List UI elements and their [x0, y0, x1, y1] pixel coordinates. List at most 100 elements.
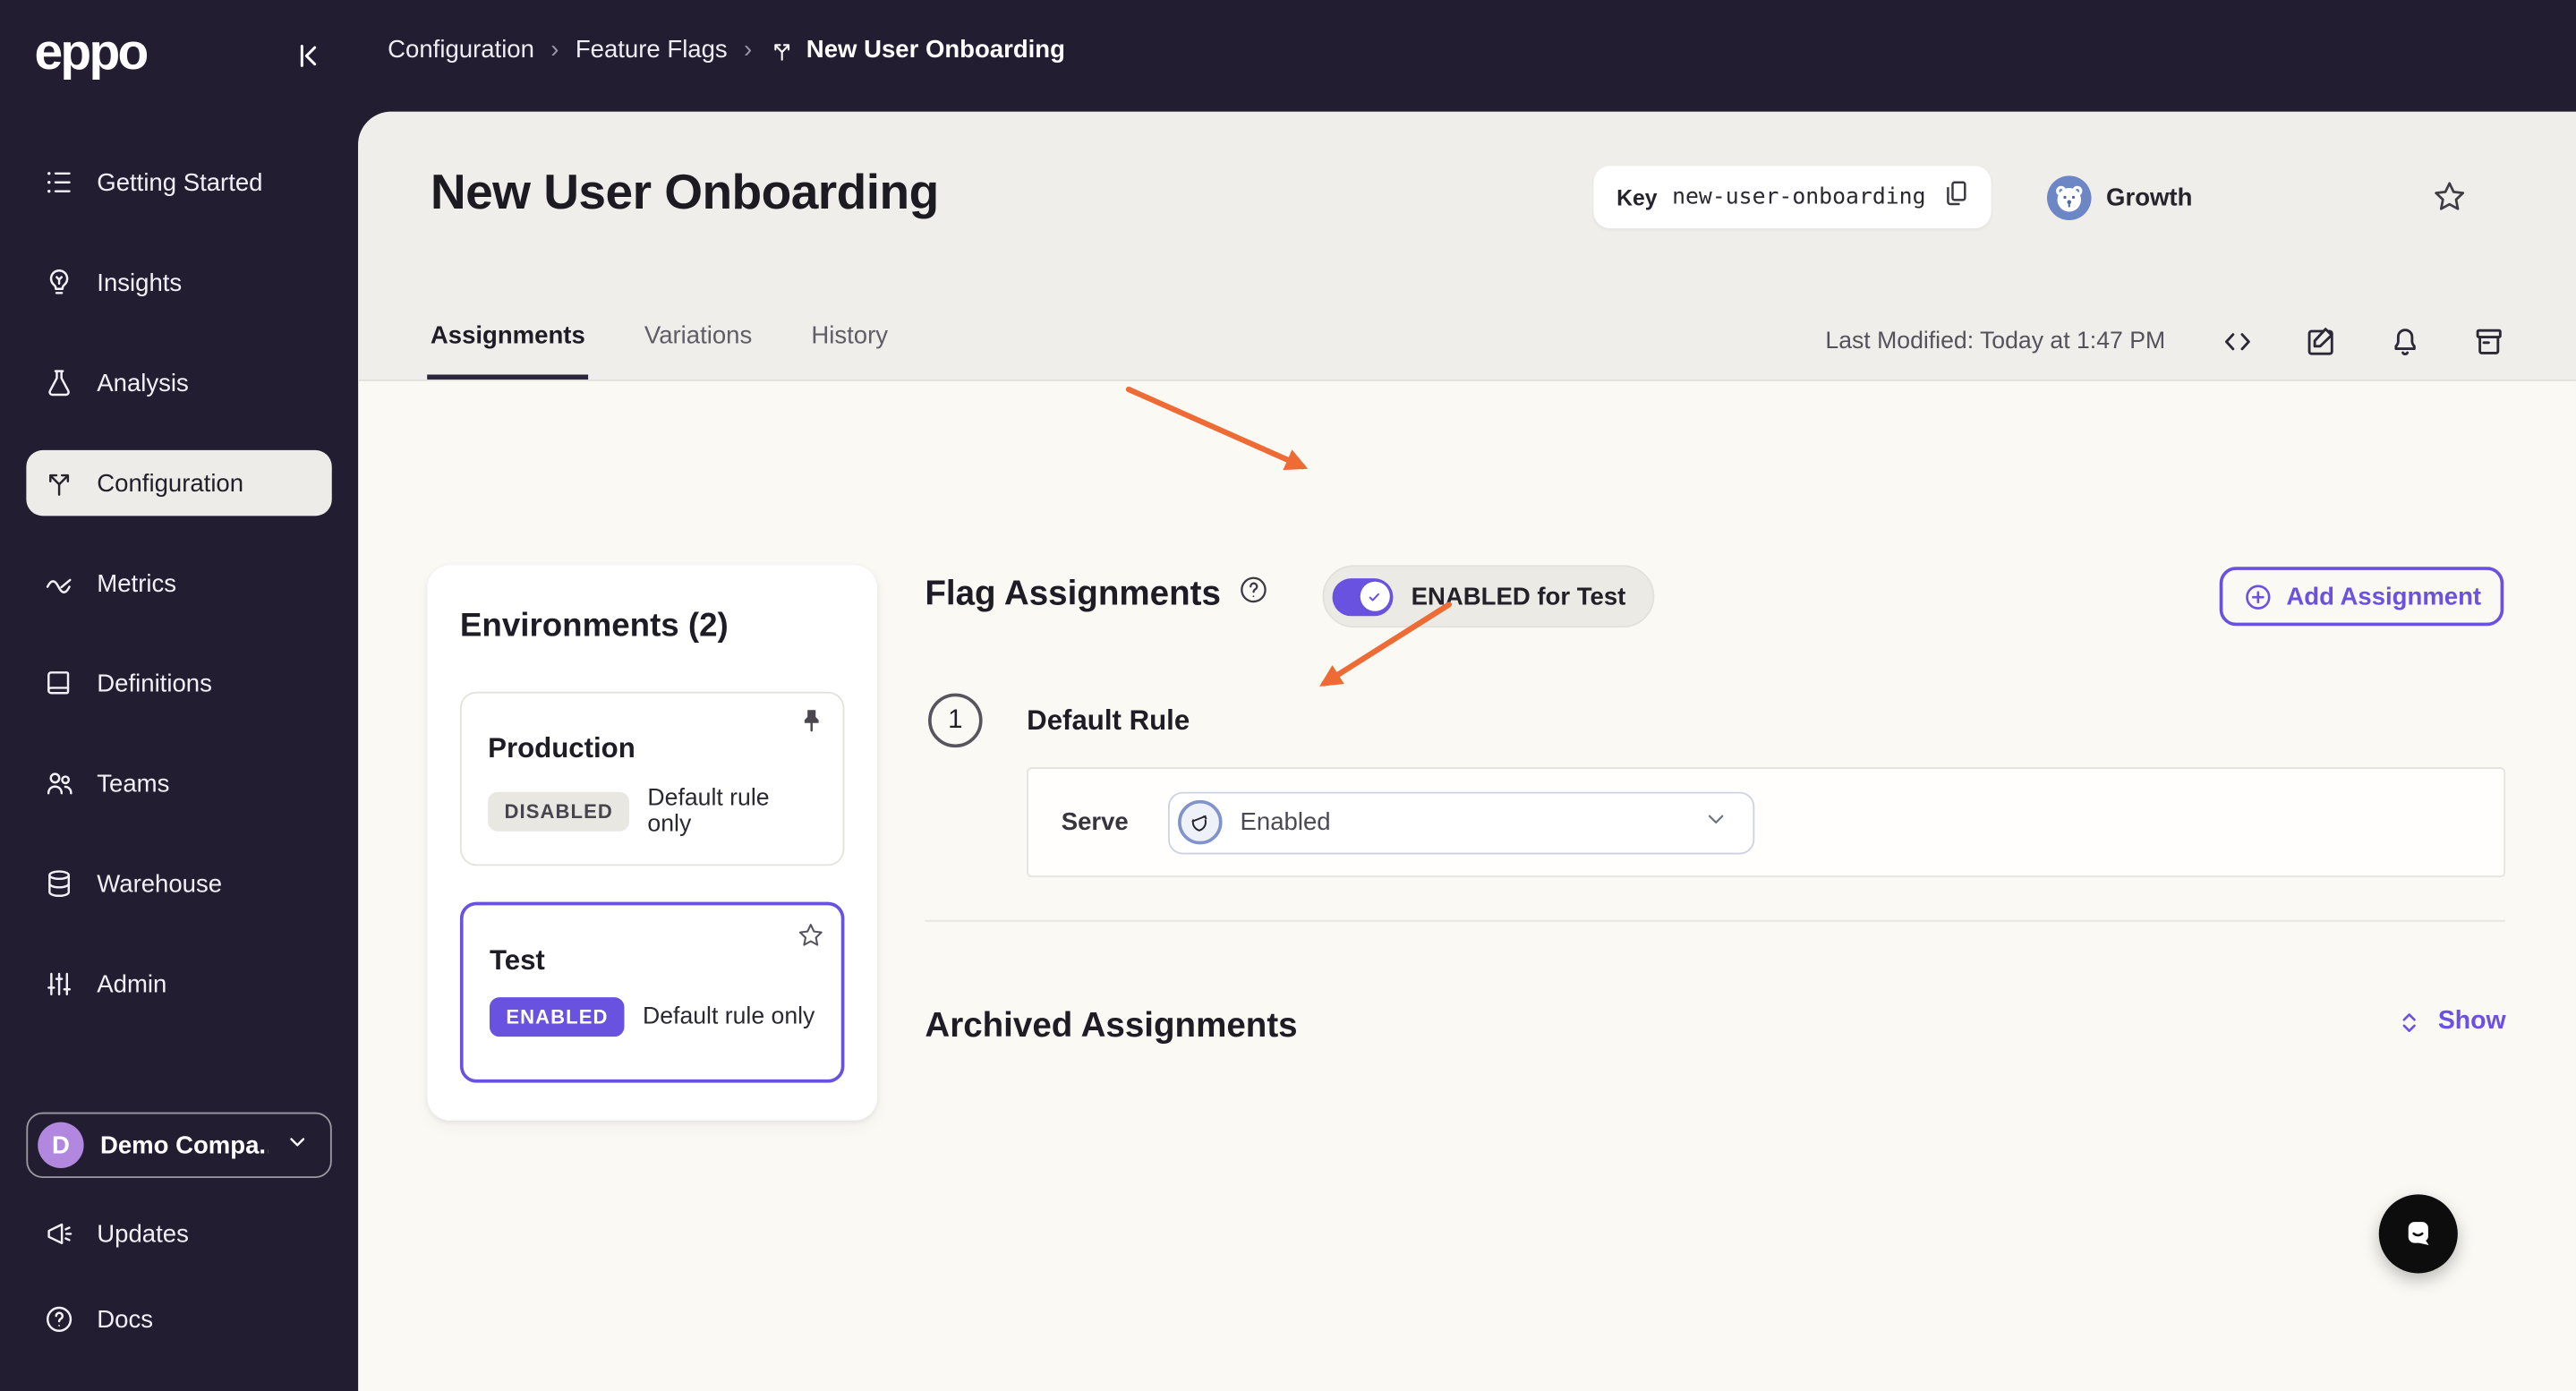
page-title: New User Onboarding [430, 166, 939, 220]
sidebar-item-teams[interactable]: Teams [26, 751, 331, 816]
star-icon[interactable] [795, 920, 826, 952]
split-arrows-icon [773, 43, 789, 60]
help-circle-icon[interactable] [1237, 574, 1270, 615]
chat-bubble-icon [2408, 1222, 2429, 1246]
environment-description: Default rule only [643, 1003, 815, 1030]
variation-acorn-icon [1177, 799, 1223, 845]
environment-card-test[interactable]: Test ENABLED Default rule only [459, 901, 845, 1083]
serve-value: Enabled [1240, 808, 1331, 837]
sidebar-item-configuration[interactable]: Configuration [26, 449, 332, 516]
team-badge[interactable]: Growth [2046, 175, 2192, 220]
tab-history[interactable]: History [811, 322, 888, 380]
sidebar-item-label: Teams [97, 769, 170, 798]
bell-icon[interactable] [2387, 324, 2423, 360]
key-label: Key [1616, 184, 1658, 210]
star-icon[interactable] [2430, 177, 2469, 217]
assignments-content: Environments (2) Production DISABLED Def… [358, 383, 2576, 1391]
company-name: Demo Compa... [99, 1131, 269, 1159]
sidebar-item-label: Getting Started [97, 168, 263, 197]
environment-name: Production [488, 732, 635, 764]
sidebar-item-warehouse[interactable]: Warehouse [26, 851, 331, 917]
sidebar-item-label: Analysis [97, 369, 189, 397]
flag-assignments-heading: Flag Assignments [925, 574, 1270, 615]
sidebar-item-metrics[interactable]: Metrics [26, 550, 331, 616]
breadcrumb: Configuration › Feature Flags › New User… [388, 36, 1065, 64]
tab-bar: Assignments Variations History [427, 322, 888, 380]
company-avatar: D [38, 1122, 84, 1169]
tab-variations[interactable]: Variations [644, 322, 752, 380]
breadcrumb-feature-flags[interactable]: Feature Flags [576, 36, 728, 64]
toggle-switch[interactable] [1332, 577, 1394, 616]
main-panel: New User Onboarding Key new-user-onboard… [358, 111, 2576, 1391]
toggle-label: ENABLED for Test [1411, 582, 1626, 610]
environment-name: Test [489, 944, 545, 977]
code-icon[interactable] [2220, 324, 2256, 360]
section-divider [925, 919, 2506, 922]
copy-icon[interactable] [1941, 177, 1972, 217]
collapse-sidebar-icon[interactable] [289, 38, 325, 73]
sidebar-item-getting-started[interactable]: Getting Started [26, 149, 331, 215]
sidebar-item-insights[interactable]: Insights [26, 250, 331, 315]
company-selector[interactable]: D Demo Compa... [26, 1112, 332, 1179]
serve-label: Serve [1061, 808, 1129, 837]
sidebar-item-analysis[interactable]: Analysis [26, 350, 331, 415]
sidebar-item-label: Metrics [97, 568, 177, 598]
trend-icon [43, 567, 76, 600]
people-icon [43, 767, 76, 800]
chevrons-up-down-icon [2402, 1012, 2416, 1032]
sidebar-item-docs[interactable]: Docs [26, 1286, 331, 1352]
chat-widget-button[interactable] [2378, 1194, 2458, 1274]
status-badge: ENABLED [489, 997, 625, 1037]
edit-icon[interactable] [2303, 324, 2339, 360]
sidebar-item-label: Admin [97, 969, 167, 999]
sidebar-item-label: Docs [97, 1305, 154, 1334]
check-icon [1359, 581, 1389, 611]
sidebar-item-admin[interactable]: Admin [26, 952, 331, 1017]
default-rule-card: Serve Enabled [1027, 767, 2506, 878]
header-actions: Last Modified: Today at 1:47 PM [1825, 324, 2507, 360]
show-archived-button[interactable]: Show [2395, 1007, 2506, 1037]
breadcrumb-separator: › [744, 36, 753, 64]
breadcrumb-separator: › [550, 36, 559, 64]
flag-assignments-title: Flag Assignments [925, 574, 1221, 612]
flask-icon [43, 366, 76, 399]
default-rule-title: Default Rule [1027, 704, 1190, 737]
list-icon [43, 166, 76, 199]
serve-variation-dropdown[interactable]: Enabled [1167, 790, 1755, 854]
flag-enabled-toggle[interactable]: ENABLED for Test [1322, 565, 1654, 628]
sidebar-item-label: Updates [97, 1219, 189, 1249]
environment-description: Default rule only [647, 785, 770, 839]
sidebar-item-definitions[interactable]: Definitions [26, 651, 331, 716]
archived-assignments-title: Archived Assignments [925, 1007, 1298, 1045]
environments-title: Environments (2) [459, 608, 729, 644]
database-icon [43, 867, 76, 900]
eppo-logo: eppo [34, 22, 149, 81]
plus-circle-icon [2245, 584, 2270, 609]
last-modified-text: Last Modified: Today at 1:47 PM [1825, 329, 2166, 355]
environment-card-production[interactable]: Production DISABLED Default rule only [459, 691, 845, 866]
status-badge: DISABLED [488, 791, 630, 832]
environments-card: Environments (2) Production DISABLED Def… [427, 565, 878, 1121]
pin-icon[interactable] [797, 706, 826, 736]
bear-icon [2046, 175, 2092, 220]
sidebar-item-label: Definitions [97, 669, 212, 698]
tab-assignments[interactable]: Assignments [427, 322, 589, 380]
add-assignment-button[interactable]: Add Assignment [2219, 567, 2504, 627]
sidebar-item-label: Insights [97, 269, 183, 297]
key-value: new-user-onboarding [1672, 183, 1926, 210]
sliders-icon [43, 968, 76, 1001]
help-circle-icon [43, 1303, 76, 1336]
sidebar-item-label: Configuration [97, 469, 244, 498]
sidebar-item-updates[interactable]: Updates [26, 1201, 331, 1267]
sidebar: Getting Started Insights Analysis Config… [0, 112, 358, 1391]
megaphone-icon [43, 1217, 76, 1250]
flag-key-pill: Key new-user-onboarding [1593, 166, 1992, 229]
lightbulb-icon [43, 266, 76, 299]
chevron-down-icon [1702, 804, 1729, 840]
split-arrows-icon [43, 466, 76, 499]
sidebar-item-label: Warehouse [97, 869, 223, 899]
top-bar: eppo Configuration › Feature Flags › New… [0, 0, 2576, 112]
archive-icon[interactable] [2471, 324, 2507, 360]
rule-step-number: 1 [928, 693, 983, 748]
breadcrumb-configuration[interactable]: Configuration [388, 36, 534, 64]
